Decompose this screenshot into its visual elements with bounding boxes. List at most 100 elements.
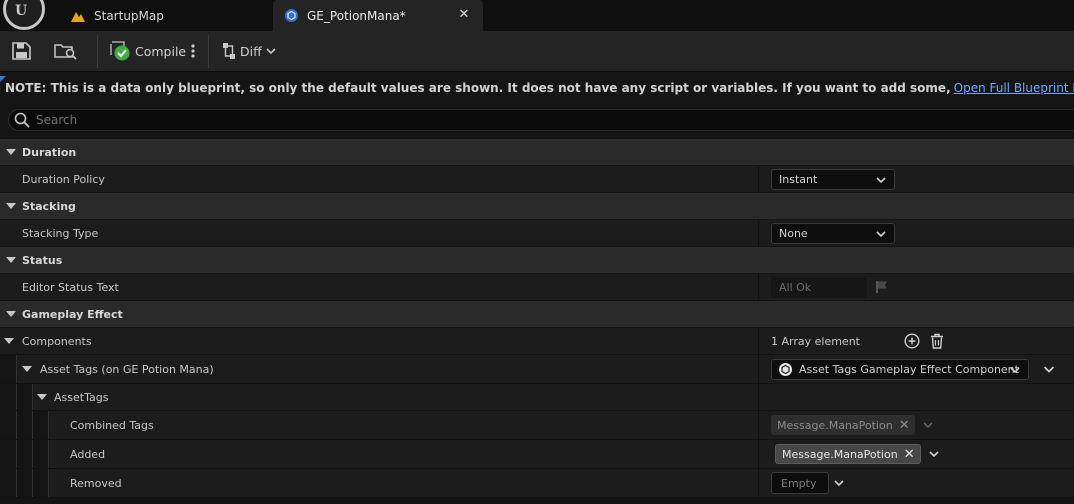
indent-guide — [32, 440, 33, 468]
column-splitter[interactable] — [758, 220, 759, 246]
array-count: 1 Array element — [771, 334, 860, 348]
property-label: Removed — [70, 476, 122, 490]
search-input[interactable] — [36, 113, 936, 127]
duration-policy-dropdown[interactable]: Instant — [771, 168, 895, 190]
empty-array-button[interactable] — [930, 333, 944, 349]
category-duration[interactable]: Duration — [0, 139, 1074, 166]
tag-chip-added[interactable]: Message.ManaPotion ✕ — [775, 444, 921, 464]
compile-button[interactable]: Compile — [109, 38, 186, 64]
save-icon — [12, 42, 31, 60]
more-options-icon — [191, 44, 195, 58]
tab-label: StartupMap — [94, 8, 164, 23]
level-icon — [70, 8, 86, 24]
chevron-down-icon — [266, 48, 276, 55]
property-label[interactable]: Asset Tags (on GE Potion Mana) — [22, 363, 214, 376]
column-splitter[interactable] — [758, 469, 759, 497]
property-label: Editor Status Text — [22, 280, 119, 294]
category-stacking[interactable]: Stacking — [0, 193, 1074, 220]
indent-guide — [48, 469, 49, 497]
trash-icon — [930, 333, 943, 349]
collapse-arrow-icon — [0, 203, 22, 209]
unreal-logo-icon[interactable]: U — [3, 0, 45, 30]
property-stacking-type: Stacking Type None — [0, 220, 1074, 247]
plus-circle-icon — [904, 333, 920, 349]
indent-guide — [32, 384, 33, 410]
tag-label: Message.ManaPotion — [782, 447, 898, 461]
property-label[interactable]: Components — [4, 335, 92, 348]
property-asset-tags-component: Asset Tags (on GE Potion Mana) Asset Tag… — [0, 355, 1074, 384]
indent-guide — [16, 469, 17, 497]
column-splitter[interactable] — [758, 411, 759, 439]
column-splitter[interactable] — [758, 166, 759, 192]
tab-bar: U StartupMap GE_PotionMana* ✕ — [0, 0, 1074, 31]
property-label: Duration Policy — [22, 172, 105, 186]
column-splitter[interactable] — [758, 355, 759, 383]
indent-guide — [48, 411, 49, 439]
property-assettags-struct: AssetTags — [0, 384, 1074, 411]
indent-guide — [32, 469, 33, 497]
property-added-tags: Added Message.ManaPotion ✕ — [0, 440, 1074, 469]
tag-picker-chevron-icon[interactable] — [929, 449, 939, 459]
property-combined-tags: Combined Tags Message.ManaPotion ✕ — [0, 411, 1074, 440]
compile-options-button[interactable] — [190, 38, 196, 64]
browse-button[interactable] — [54, 38, 78, 64]
tab-label: GE_PotionMana* — [307, 8, 406, 23]
flag-icon[interactable] — [875, 280, 889, 294]
dropdown-value: None — [779, 226, 808, 240]
column-splitter[interactable] — [758, 328, 759, 354]
expand-arrow-icon — [37, 394, 47, 400]
remove-tag-icon[interactable]: ✕ — [904, 447, 915, 462]
dropdown-value: Instant — [779, 172, 818, 186]
column-splitter[interactable] — [758, 440, 759, 468]
tag-picker-chevron-icon[interactable] — [834, 478, 844, 488]
blueprint-icon — [283, 8, 299, 24]
collapse-arrow-icon — [0, 257, 22, 263]
browse-folder-icon — [54, 44, 77, 60]
category-label: Stacking — [22, 199, 76, 213]
tab-ge-potionmana[interactable]: GE_PotionMana* ✕ — [273, 0, 483, 31]
close-icon[interactable]: ✕ — [457, 8, 471, 22]
chevron-down-icon — [1010, 366, 1020, 373]
indent-guide — [48, 440, 49, 468]
dropdown-value: Asset Tags Gameplay Effect Component — [799, 362, 1019, 376]
column-splitter[interactable] — [758, 274, 759, 300]
collapse-arrow-icon — [0, 149, 22, 155]
tab-startupmap[interactable]: StartupMap — [60, 0, 272, 31]
property-duration-policy: Duration Policy Instant — [0, 166, 1074, 193]
component-class-dropdown[interactable]: Asset Tags Gameplay Effect Component — [771, 358, 1029, 380]
add-element-button[interactable] — [904, 333, 920, 349]
element-options-chevron-icon[interactable] — [1043, 363, 1055, 375]
property-components: Components 1 Array element — [0, 328, 1074, 355]
expand-arrow-icon — [22, 366, 32, 372]
stacking-type-dropdown[interactable]: None — [771, 222, 895, 244]
toolbar: Compile Diff — [0, 31, 1074, 72]
search-box — [8, 109, 1074, 131]
category-label: Gameplay Effect — [22, 307, 123, 321]
save-button[interactable] — [12, 38, 31, 64]
component-class-icon — [779, 362, 792, 376]
editor-status-textbox: All Ok — [771, 276, 867, 298]
indent-guide — [16, 440, 17, 468]
category-status[interactable]: Status — [0, 247, 1074, 274]
collapse-arrow-icon — [0, 311, 22, 317]
expand-arrow-icon — [4, 338, 14, 344]
compile-label: Compile — [135, 43, 187, 59]
diff-button[interactable]: Diff — [222, 38, 276, 64]
property-label[interactable]: AssetTags — [37, 391, 108, 404]
open-full-blueprint-editor-link[interactable]: Open Full Blueprint Editor — [954, 81, 1074, 95]
property-editor-status-text: Editor Status Text All Ok — [0, 274, 1074, 301]
property-label: Added — [70, 447, 106, 461]
tag-label: Message.ManaPotion — [777, 418, 893, 432]
diff-label: Diff — [240, 43, 262, 59]
textbox-value: All Ok — [779, 280, 812, 294]
compile-success-icon — [110, 41, 130, 61]
indent-guide — [16, 355, 17, 383]
column-splitter[interactable] — [758, 384, 759, 410]
chevron-down-icon — [923, 422, 933, 429]
removed-tags-box[interactable]: Empty — [771, 472, 829, 494]
diff-icon — [223, 43, 235, 59]
details-panel: Duration Duration Policy Instant Stackin… — [0, 139, 1074, 498]
category-label: Status — [22, 253, 63, 267]
indent-guide — [16, 384, 17, 410]
category-gameplay-effect[interactable]: Gameplay Effect — [0, 301, 1074, 328]
